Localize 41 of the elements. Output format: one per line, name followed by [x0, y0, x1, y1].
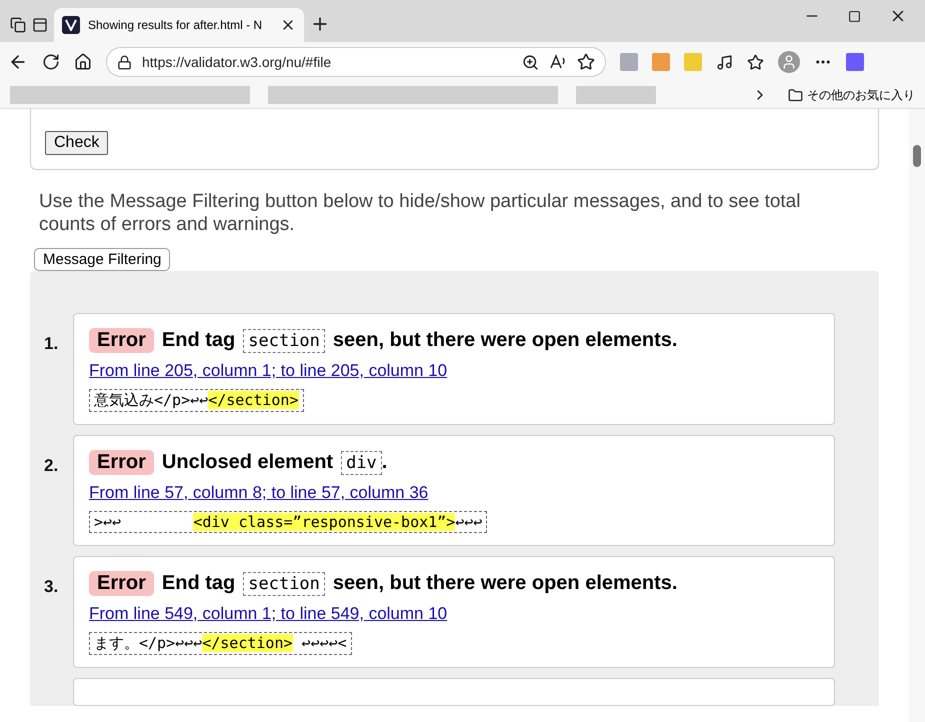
star-icon[interactable]	[577, 53, 595, 71]
message-text: End tag	[162, 572, 236, 595]
tab-title: Showing results for after.html - N	[88, 18, 264, 32]
element-name: div	[341, 450, 382, 474]
zoom-icon[interactable]	[522, 54, 539, 70]
source-extract: ます。</p>↩↩↩</section> ↩↩↩↩<	[89, 632, 352, 655]
message-filtering-button[interactable]: Message Filtering	[34, 248, 170, 271]
message-text: seen, but there were open elements.	[332, 329, 678, 352]
element-name: section	[243, 572, 325, 596]
other-favorites-folder[interactable]: その他のお気に入り	[807, 86, 915, 104]
location-link[interactable]: From line 205, column 1; to line 205, column 10	[89, 361, 448, 381]
music-icon[interactable]	[716, 54, 733, 70]
error-label: Error	[89, 450, 154, 475]
url-text: https://validator.w3.org/nu/#file	[142, 54, 332, 70]
message-text: seen, but there were open elements.	[332, 572, 678, 595]
reload-icon[interactable]	[42, 53, 60, 71]
favorites-icon[interactable]	[747, 54, 764, 70]
read-aloud-icon[interactable]	[549, 54, 567, 70]
message-text: End tag	[162, 329, 236, 352]
scrollbar[interactable]	[909, 109, 925, 722]
error-label: Error	[89, 571, 154, 596]
message-text: .	[382, 451, 388, 474]
error-label: Error	[89, 328, 154, 353]
list-number: 2.	[44, 455, 60, 476]
address-field[interactable]: https://validator.w3.org/nu/#file	[106, 47, 606, 77]
message-text: Unclosed element	[162, 451, 334, 474]
location-link[interactable]: From line 57, column 8; to line 57, column 36	[89, 483, 428, 503]
source-extract: >↩↩ <div class=”responsive-box1”>↩↩↩	[89, 511, 488, 533]
check-button[interactable]: Check	[45, 131, 108, 155]
home-icon[interactable]	[74, 53, 92, 71]
browser-tab[interactable]: Showing results for after.html - N	[54, 8, 304, 42]
list-number: 3.	[44, 576, 60, 597]
intro-text: Use the Message Filtering button below to hide/show particular messages, and to see total counts of errors and warnings.	[39, 190, 802, 236]
source-extract: 意気込み</p>↩↩</section>	[89, 389, 304, 412]
location-link[interactable]: From line 549, column 1; to line 549, column 10	[89, 604, 448, 624]
lock-icon	[117, 54, 132, 70]
site-logo-icon	[62, 16, 80, 34]
element-name: section	[243, 328, 325, 352]
list-number: 1.	[44, 333, 60, 354]
profile-avatar[interactable]	[778, 51, 800, 73]
folder-icon[interactable]	[788, 88, 803, 102]
